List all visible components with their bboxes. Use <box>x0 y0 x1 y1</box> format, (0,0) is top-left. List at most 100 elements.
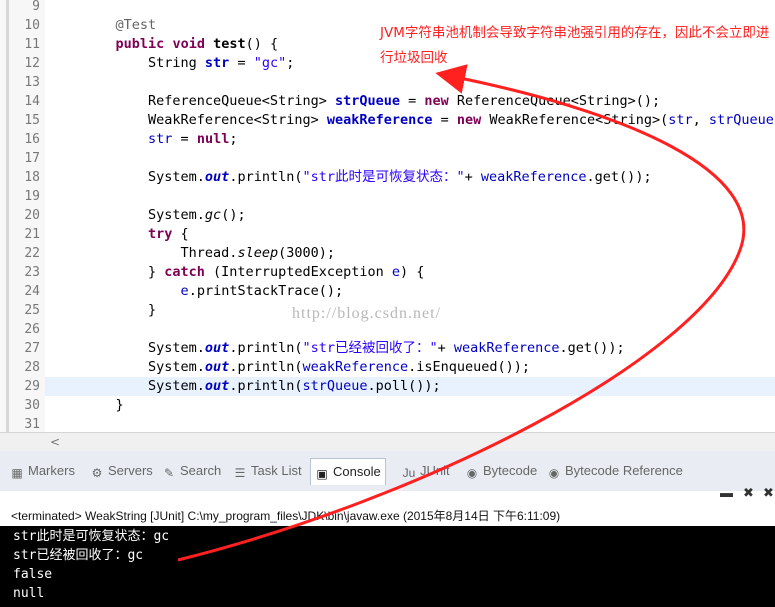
line-number: 17 <box>24 151 40 166</box>
tab-console[interactable]: ▣ Console <box>310 458 386 485</box>
code-token: "gc" <box>253 55 287 71</box>
code-token: new <box>456 112 482 128</box>
code-token: Thread. <box>83 245 238 261</box>
tab-bytecode-reference[interactable]: ◉ Bytecode Reference <box>547 462 683 480</box>
code-line[interactable]: str = null; <box>83 130 237 149</box>
code-token: test <box>213 36 246 52</box>
tab-label: Markers <box>28 463 75 478</box>
red-annotation-text: JVM字符串池机制会导致字符串池强引用的存在，因此不会立即进行垃圾回收 <box>380 25 770 66</box>
code-token: (); <box>221 207 246 223</box>
line-number: 26 <box>24 322 40 337</box>
tab-servers[interactable]: ⚙ Servers <box>90 462 153 480</box>
console-header: <terminated> WeakString [JUnit] C:\my_pr… <box>11 509 561 523</box>
code-token: out <box>204 359 230 375</box>
code-token: () { <box>245 36 279 52</box>
code-token: ; <box>229 131 238 147</box>
tab-bytecode[interactable]: ◉ Bytecode <box>465 462 537 480</box>
code-line[interactable]: WeakReference<String> weakReference = ne… <box>83 111 775 130</box>
line-number: 21 <box>24 227 40 242</box>
horizontal-scrollbar[interactable]: < <box>0 432 775 451</box>
code-token: = <box>229 55 254 71</box>
code-line[interactable]: Thread.sleep(3000); <box>83 244 335 263</box>
search-icon: ✎ <box>163 466 175 480</box>
tab-label: Console <box>333 464 381 479</box>
minimize-icon[interactable]: ▬ <box>720 485 733 500</box>
code-token: (3000); <box>278 245 335 261</box>
code-line[interactable]: } <box>83 301 156 320</box>
tab-task-list[interactable]: ☰ Task List <box>233 462 302 480</box>
tab-label: Servers <box>108 463 153 478</box>
line-number: 24 <box>24 284 40 299</box>
code-token: str <box>668 112 693 128</box>
code-token: str <box>148 131 173 147</box>
code-line[interactable]: public void test() { <box>83 35 279 54</box>
code-token: .get()); <box>586 169 652 185</box>
code-token: .println( <box>229 378 303 394</box>
line-number: 28 <box>24 360 40 375</box>
code-line[interactable]: try { <box>83 225 189 244</box>
console-line: false <box>13 567 53 582</box>
code-token: .get()); <box>559 340 625 356</box>
code-token: WeakReference<String> <box>83 112 327 128</box>
code-token: System. <box>83 359 205 375</box>
code-token: strQueue <box>302 378 368 394</box>
code-line[interactable]: System.out.println(strQueue.poll()); <box>83 377 441 396</box>
code-line[interactable]: System.out.println("str已经被回收了："+ weakRef… <box>83 339 625 358</box>
line-number: 15 <box>24 113 40 128</box>
code-token: System. <box>83 340 205 356</box>
code-token: + <box>437 340 454 356</box>
line-number: 23 <box>24 265 40 280</box>
code-line[interactable]: @Test <box>83 16 157 35</box>
terminate-icon[interactable]: ✖ <box>743 485 754 501</box>
line-number: 31 <box>24 417 40 432</box>
code-token: .println( <box>229 359 303 375</box>
code-token: new <box>424 93 449 109</box>
bytecode-icon: ◉ <box>466 466 478 480</box>
console-line: str此时是可恢复状态：gc <box>13 529 170 544</box>
code-line[interactable]: e.printStackTrace(); <box>83 282 344 301</box>
scroll-left-icon[interactable]: < <box>50 433 60 451</box>
code-line[interactable]: String str = "gc"; <box>83 54 294 73</box>
code-token: ) { <box>400 264 425 280</box>
code-line[interactable]: } catch (InterruptedException e) { <box>83 263 424 282</box>
line-number: 30 <box>24 398 40 413</box>
remove-launches-icon[interactable]: ✖ <box>763 485 774 501</box>
tab-label: JUnit <box>420 463 450 478</box>
code-token: ReferenceQueue<String>(); <box>448 93 661 109</box>
tab-search[interactable]: ✎ Search <box>162 462 221 480</box>
code-token: System. <box>83 207 205 223</box>
code-token: e <box>180 283 189 299</box>
code-token: } <box>83 302 157 318</box>
code-token: .poll()); <box>367 378 441 394</box>
code-token: = <box>172 131 197 147</box>
code-token: e <box>391 264 400 280</box>
code-line[interactable]: ReferenceQueue<String> strQueue = new Re… <box>83 92 660 111</box>
code-line[interactable]: } <box>83 396 124 415</box>
bytecode-reference-icon: ◉ <box>548 466 560 480</box>
code-line[interactable]: System.out.println("str此时是可恢复状态："+ weakR… <box>83 168 652 187</box>
code-token: public <box>115 36 165 52</box>
line-number: 20 <box>24 208 40 223</box>
code-token: WeakReference<String>( <box>481 112 669 128</box>
code-token: catch <box>164 264 205 280</box>
servers-icon: ⚙ <box>91 466 103 480</box>
code-token: System. <box>83 169 205 185</box>
line-number: 18 <box>24 170 40 185</box>
code-token: out <box>204 340 230 356</box>
tab-label: Task List <box>251 463 302 478</box>
code-line[interactable]: System.out.println(weakReference.isEnque… <box>83 358 530 377</box>
line-number-gutter: 9 10 11 12 13 14 15 16 17 18 19 20 21 22 23 24 25 26 27 28 2… <box>0 0 45 432</box>
code-token: sleep <box>237 245 279 261</box>
code-token: System. <box>83 378 205 394</box>
tab-markers[interactable]: ▦ Markers <box>10 462 75 480</box>
code-token: strQueue <box>334 93 400 109</box>
line-number: 16 <box>24 132 40 147</box>
console-output[interactable]: str此时是可恢复状态：gc str已经被回收了：gc false null <box>0 526 775 607</box>
tab-junit[interactable]: Ju JUnit <box>402 462 450 480</box>
code-line[interactable]: System.gc(); <box>83 206 246 225</box>
console-icon: ▣ <box>316 467 328 481</box>
line-number: 10 <box>24 18 40 33</box>
